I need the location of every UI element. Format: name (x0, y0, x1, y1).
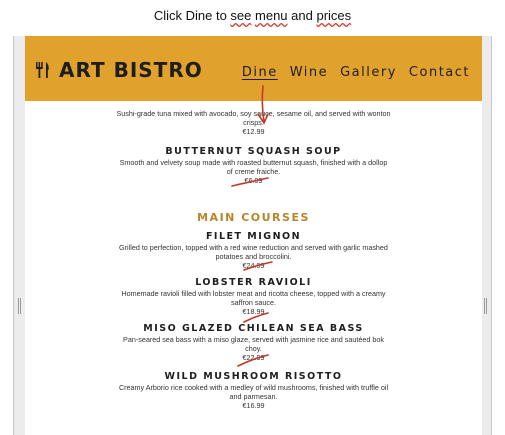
menu-item-mushroom-risotto: WILD MUSHROOM RISOTTO Creamy Arborio ric… (25, 371, 482, 410)
menu-item-partial: Sushi-grade tuna mixed with avocado, soy… (25, 108, 482, 136)
menu-item-description: Grilled to perfection, topped with a red… (119, 243, 388, 261)
left-resize-handle[interactable] (18, 298, 21, 314)
menu-item-description: Pan-seared sea bass with a miso glaze, s… (123, 335, 384, 353)
nav-dine-link[interactable]: Dine (242, 65, 278, 80)
website-page: ART BISTRO Dine Wine Gallery Contact Sus… (25, 36, 482, 435)
menu-item-name: LOBSTER RAVIOLI (195, 277, 312, 288)
site-logo[interactable]: ART BISTRO (35, 58, 203, 82)
menu-item-price: €12.99 (242, 127, 265, 136)
menu-item-filet-mignon: FILET MIGNON Grilled to perfection, topp… (25, 231, 482, 270)
menu-item-name: FILET MIGNON (205, 231, 302, 242)
menu-item-name: WILD MUSHROOM RISOTTO (164, 371, 343, 382)
instruction-word-prices: prices (316, 8, 352, 23)
instruction-word-menu: menu (255, 8, 288, 23)
menu-item-lobster-ravioli: LOBSTER RAVIOLI Homemade ravioli filled … (25, 277, 482, 316)
menu-item-price: €18.99 (242, 307, 265, 316)
menu-item-description: Homemade ravioli filled with lobster mea… (121, 289, 386, 307)
menu-item-price: €22.99 (242, 353, 265, 362)
instruction-word-see: see (230, 8, 252, 23)
fork-knife-icon (36, 62, 49, 78)
menu-item-name: MISO GLAZED CHILEAN SEA BASS (143, 323, 364, 334)
nav-contact-link[interactable]: Contact (409, 65, 470, 80)
menu-item-name: BUTTERNUT SQUASH SOUP (165, 146, 342, 157)
menu-item-description: Creamy Arborio rice cooked with a medley… (118, 383, 389, 401)
menu-item-price: €16.99 (242, 401, 265, 410)
menu-item-sea-bass: MISO GLAZED CHILEAN SEA BASS Pan-seared … (25, 323, 482, 362)
site-header: ART BISTRO Dine Wine Gallery Contact (25, 36, 482, 101)
main-nav: Dine Wine Gallery Contact (230, 65, 470, 80)
menu-item-price: €24.99 (242, 261, 265, 270)
instruction-prefix: Click Dine to (153, 8, 231, 23)
site-name: ART BISTRO (59, 58, 203, 82)
right-resize-handle[interactable] (484, 298, 487, 314)
menu-item-description: Sushi-grade tuna mixed with avocado, soy… (116, 109, 391, 127)
instruction-caption: Click Dine to see menu and prices (153, 8, 352, 23)
menu-item-description: Smooth and velvety soup made with roaste… (119, 158, 388, 176)
section-heading-main-courses: MAIN COURSES (197, 211, 310, 224)
nav-wine-link[interactable]: Wine (290, 65, 328, 80)
nav-gallery-link[interactable]: Gallery (340, 65, 397, 80)
menu-item-price: €6.99 (244, 176, 263, 185)
menu-item-soup: BUTTERNUT SQUASH SOUP Smooth and velvety… (25, 146, 482, 185)
